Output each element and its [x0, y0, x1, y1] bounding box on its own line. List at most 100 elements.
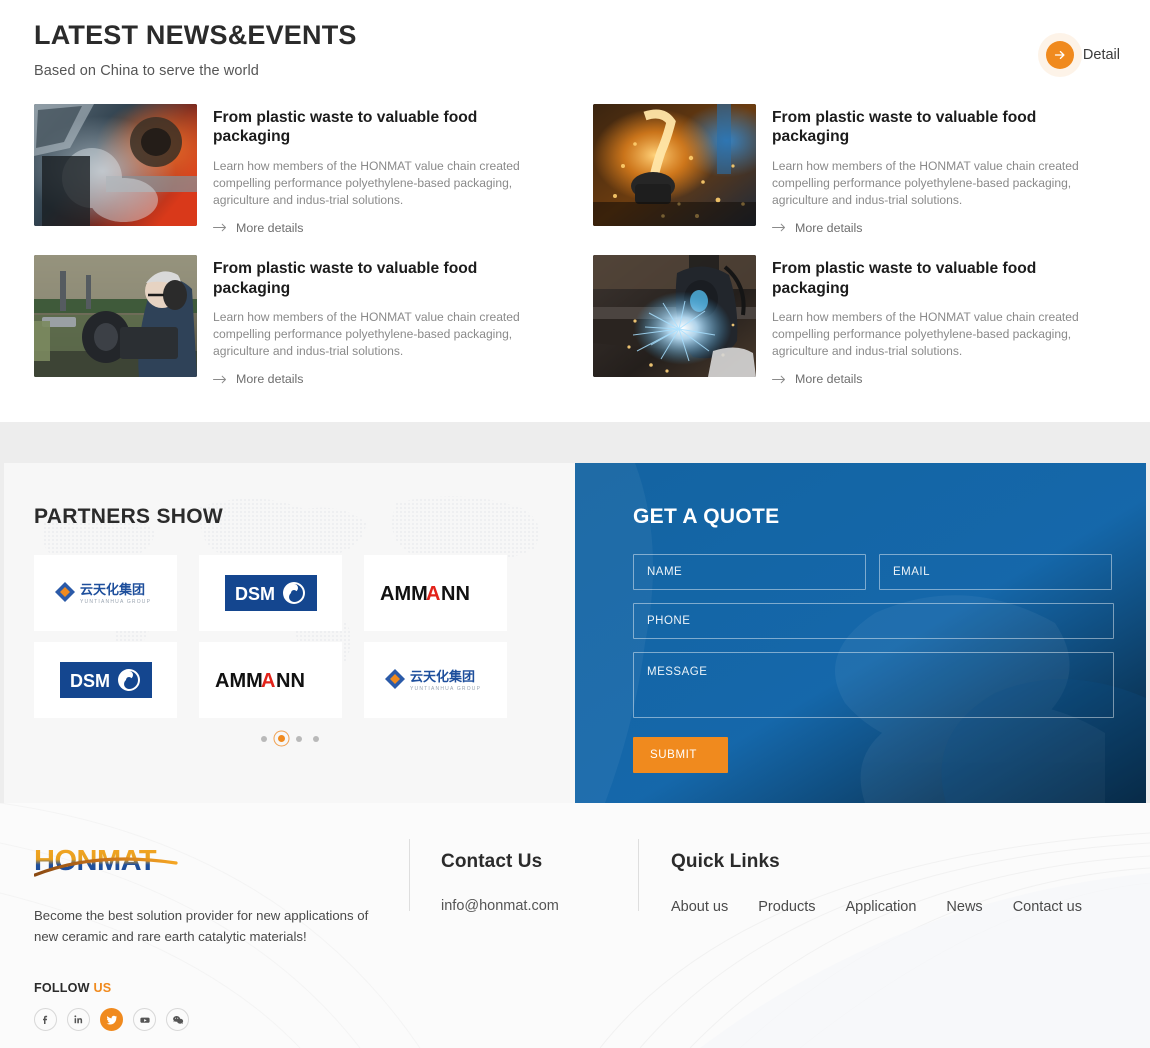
news-card[interactable]: From plastic waste to valuable food pack…	[34, 104, 558, 237]
arrow-right-icon	[1046, 41, 1074, 69]
partners-quote-row: PARTNERS SHOW 云天化集团 YUNTIANHUA GROUP	[0, 463, 1150, 803]
quote-title: GET A QUOTE	[633, 505, 1112, 529]
partner-logo-dsm[interactable]: DSM	[34, 642, 177, 718]
partners-logo-grid: 云天化集团 YUNTIANHUA GROUP DSM	[34, 555, 507, 718]
facebook-icon[interactable]	[34, 1008, 57, 1031]
quick-link-products[interactable]: Products	[758, 899, 815, 915]
twitter-icon[interactable]	[100, 1008, 123, 1031]
news-thumbnail-molten-metal	[593, 104, 756, 226]
message-input[interactable]	[633, 652, 1114, 718]
news-card-title: From plastic waste to valuable food pack…	[772, 108, 1117, 147]
more-details-link[interactable]: More details	[772, 221, 863, 235]
news-card-body: From plastic waste to valuable food pack…	[213, 104, 558, 237]
arrow-right-icon	[213, 375, 228, 384]
more-details-link[interactable]: More details	[213, 372, 304, 386]
news-card-body: From plastic waste to valuable food pack…	[772, 104, 1117, 237]
news-header: LATEST NEWS&EVENTS Based on China to ser…	[34, 18, 357, 79]
carousel-dot-3[interactable]	[296, 736, 302, 742]
name-input[interactable]	[633, 554, 866, 590]
wechat-icon[interactable]	[166, 1008, 189, 1031]
detail-button[interactable]: Detail	[1046, 41, 1120, 69]
svg-text:AMM: AMM	[215, 670, 263, 691]
quick-link-contact-us[interactable]: Contact us	[1013, 899, 1082, 915]
carousel-dot-2[interactable]	[278, 735, 285, 742]
svg-text:云天化集团: 云天化集团	[410, 669, 475, 684]
news-subtitle: Based on China to serve the world	[34, 63, 357, 79]
news-card-title: From plastic waste to valuable food pack…	[772, 259, 1117, 298]
social-links	[34, 1008, 394, 1031]
contact-us-title: Contact Us	[441, 851, 559, 873]
svg-text:云天化集团: 云天化集团	[80, 582, 145, 597]
svg-text:A: A	[426, 583, 440, 604]
partner-logo-yuntianhua[interactable]: 云天化集团 YUNTIANHUA GROUP	[34, 555, 177, 631]
quote-row-phone	[633, 603, 1112, 639]
footer-divider-1	[409, 839, 410, 911]
footer-content: HONMAT Become the best solution provider…	[0, 803, 1150, 1048]
honmat-logo[interactable]: HONMAT	[34, 845, 186, 878]
partner-logo-dsm[interactable]: DSM	[199, 555, 342, 631]
news-card-title: From plastic waste to valuable food pack…	[213, 259, 558, 298]
news-card[interactable]: From plastic waste to valuable food pack…	[593, 104, 1117, 237]
get-a-quote-section: GET A QUOTE SUBMIT	[575, 463, 1146, 803]
news-card-body: From plastic waste to valuable food pack…	[213, 255, 558, 388]
quote-form: GET A QUOTE SUBMIT	[575, 463, 1146, 773]
more-details-link[interactable]: More details	[213, 221, 304, 235]
svg-text:A: A	[261, 670, 275, 691]
news-thumbnail-car-exhaust	[34, 104, 197, 226]
news-grid: From plastic waste to valuable food pack…	[34, 104, 1124, 389]
more-details-label: More details	[236, 221, 304, 235]
follow-us-highlight: US	[93, 981, 111, 995]
svg-text:DSM: DSM	[70, 671, 110, 691]
email-input[interactable]	[879, 554, 1112, 590]
carousel-dot-1[interactable]	[261, 736, 267, 742]
svg-text:YUNTIANHUA GROUP: YUNTIANHUA GROUP	[80, 599, 151, 605]
follow-us-label: FOLLOW US	[34, 981, 394, 995]
news-thumbnail-welder	[593, 255, 756, 377]
submit-button[interactable]: SUBMIT	[633, 737, 728, 773]
quick-links-title: Quick Links	[671, 851, 1082, 873]
detail-button-label: Detail	[1083, 47, 1120, 63]
arrow-right-icon	[772, 375, 787, 384]
news-card-body: From plastic waste to valuable food pack…	[772, 255, 1117, 388]
partners-title: PARTNERS SHOW	[34, 505, 223, 529]
partner-logo-yuntianhua[interactable]: 云天化集团 YUNTIANHUA GROUP	[364, 642, 507, 718]
partner-logo-ammann[interactable]: AMM A NN	[199, 642, 342, 718]
news-card-description: Learn how members of the HONMAT value ch…	[213, 309, 558, 360]
svg-text:NN: NN	[441, 583, 470, 604]
linkedin-icon[interactable]	[67, 1008, 90, 1031]
latest-news-section: LATEST NEWS&EVENTS Based on China to ser…	[0, 0, 1150, 422]
contact-email[interactable]: info@honmat.com	[441, 898, 559, 914]
youtube-icon[interactable]	[133, 1008, 156, 1031]
news-card-description: Learn how members of the HONMAT value ch…	[772, 158, 1117, 209]
svg-text:AMM: AMM	[380, 583, 428, 604]
news-card-description: Learn how members of the HONMAT value ch…	[772, 309, 1117, 360]
quote-row-message	[633, 652, 1112, 723]
arrow-right-icon	[213, 223, 228, 232]
svg-text:NN: NN	[276, 670, 305, 691]
svg-text:DSM: DSM	[235, 584, 275, 604]
news-card[interactable]: From plastic waste to valuable food pack…	[34, 255, 558, 388]
quick-link-application[interactable]: Application	[845, 899, 916, 915]
quick-link-news[interactable]: News	[946, 899, 982, 915]
more-details-link[interactable]: More details	[772, 372, 863, 386]
follow-label: FOLLOW	[34, 981, 90, 995]
arrow-right-icon	[772, 223, 787, 232]
more-details-label: More details	[795, 372, 863, 386]
phone-input[interactable]	[633, 603, 1114, 639]
page-root: LATEST NEWS&EVENTS Based on China to ser…	[0, 0, 1150, 1048]
news-card-title: From plastic waste to valuable food pack…	[213, 108, 558, 147]
news-card[interactable]: From plastic waste to valuable food pack…	[593, 255, 1117, 388]
footer-divider-2	[638, 839, 639, 911]
footer-contact-column: Contact Us info@honmat.com	[441, 851, 559, 914]
more-details-label: More details	[236, 372, 304, 386]
footer-tagline: Become the best solution provider for ne…	[34, 905, 394, 947]
footer-quick-links-column: Quick Links About us Products Applicatio…	[671, 851, 1082, 915]
partner-logo-ammann[interactable]: AMM A NN	[364, 555, 507, 631]
quick-link-about-us[interactable]: About us	[671, 899, 728, 915]
carousel-dot-4[interactable]	[313, 736, 319, 742]
more-details-label: More details	[795, 221, 863, 235]
svg-text:YUNTIANHUA GROUP: YUNTIANHUA GROUP	[410, 686, 481, 692]
footer-brand-column: HONMAT Become the best solution provider…	[34, 845, 394, 1031]
news-thumbnail-machinist	[34, 255, 197, 377]
partners-section: PARTNERS SHOW 云天化集团 YUNTIANHUA GROUP	[4, 463, 575, 803]
